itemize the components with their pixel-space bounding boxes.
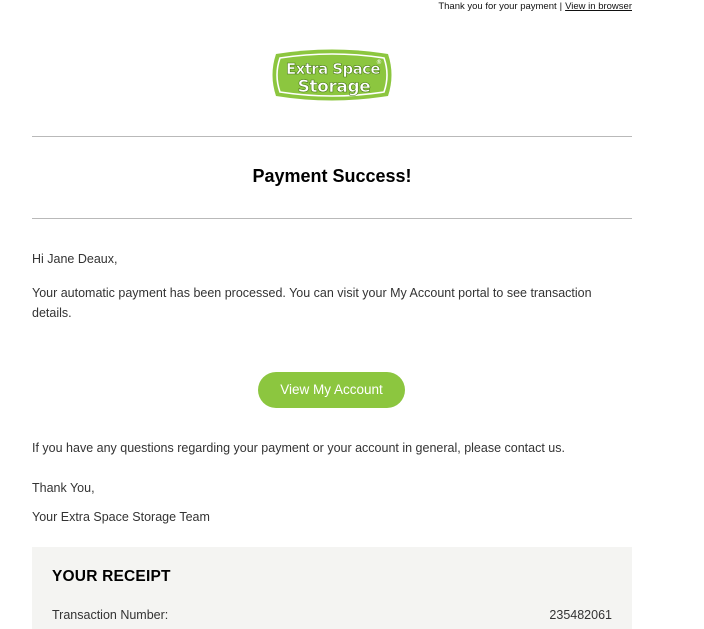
preheader: Thank you for your payment | View in brows… — [438, 1, 632, 12]
receipt-title: YOUR RECEIPT — [52, 568, 171, 585]
receipt-panel: YOUR RECEIPT Transaction Number: 2354820… — [32, 547, 632, 629]
logo-line2: Storage — [298, 77, 371, 97]
page-title: Payment Success! — [252, 166, 412, 186]
view-in-browser-link[interactable]: View in browser — [565, 1, 632, 12]
greeting-text: Hi Jane Deaux, — [32, 252, 118, 266]
signature-text: Your Extra Space Storage Team — [32, 510, 210, 524]
questions-text: If you have any questions regarding your… — [32, 441, 565, 455]
logo-registered-mark: ® — [376, 59, 382, 66]
view-my-account-button[interactable]: View My Account — [258, 372, 405, 408]
thanks-text: Thank You, — [32, 481, 95, 495]
receipt-row-label: Transaction Number: — [52, 608, 169, 622]
message-body: Your automatic payment has been processe… — [32, 286, 592, 320]
preheader-separator: | — [559, 1, 563, 12]
transaction-number-value: 235482061 — [549, 608, 612, 622]
logo-line1: Extra Space — [286, 60, 380, 78]
preheader-thanks: Thank you for your payment — [438, 1, 557, 12]
receipt-row-transaction: Transaction Number: 235482061 — [52, 608, 612, 622]
extra-space-storage-logo: Extra Space Storage ® — [266, 44, 398, 106]
divider-top — [32, 136, 632, 137]
divider-bottom — [32, 218, 632, 219]
